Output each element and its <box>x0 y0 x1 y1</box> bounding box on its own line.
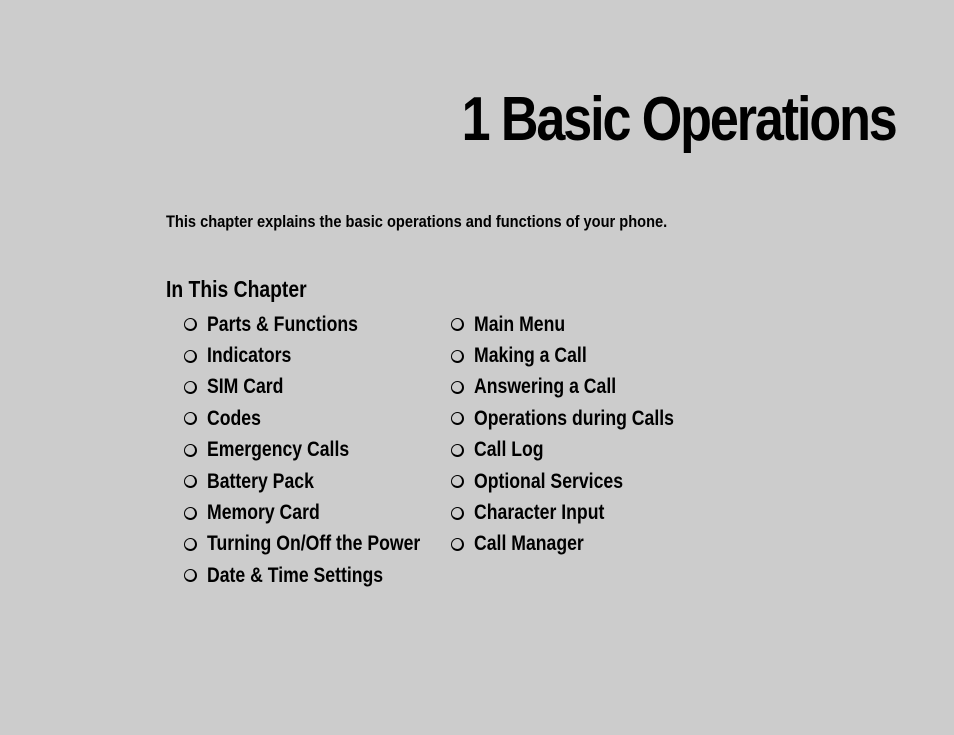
in-this-chapter-heading: In This Chapter <box>166 276 307 302</box>
topic-item[interactable]: Indicators <box>184 340 461 371</box>
topic-label: Turning On/Off the Power <box>207 532 421 556</box>
topic-item[interactable]: Making a Call <box>451 340 712 371</box>
topic-label: Codes <box>207 406 261 430</box>
topic-item[interactable]: Memory Card <box>184 497 461 528</box>
topic-item[interactable]: Parts & Functions <box>184 309 461 340</box>
topic-label: Parts & Functions <box>207 312 358 336</box>
topic-item[interactable]: Date & Time Settings <box>184 560 461 591</box>
circle-bullet-icon <box>451 349 464 363</box>
circle-bullet-icon <box>184 537 197 551</box>
circle-bullet-icon <box>184 569 197 583</box>
circle-bullet-icon <box>184 475 197 489</box>
topic-label: Answering a Call <box>474 375 617 399</box>
topic-item[interactable]: Character Input <box>451 497 712 528</box>
topic-label: SIM Card <box>207 375 284 399</box>
topic-item[interactable]: Emergency Calls <box>184 435 461 466</box>
topic-label: Date & Time Settings <box>207 563 384 587</box>
topic-label: Indicators <box>207 344 292 368</box>
topic-item[interactable]: Operations during Calls <box>451 403 712 434</box>
chapter-intro: This chapter explains the basic operatio… <box>166 212 668 231</box>
topic-item[interactable]: Optional Services <box>451 466 712 497</box>
topic-label: Optional Services <box>474 469 624 493</box>
topic-item[interactable]: Call Manager <box>451 529 712 560</box>
circle-bullet-icon <box>451 537 464 551</box>
topic-item[interactable]: Answering a Call <box>451 372 712 403</box>
topic-item[interactable]: Battery Pack <box>184 466 461 497</box>
circle-bullet-icon <box>451 318 464 332</box>
circle-bullet-icon <box>184 506 197 520</box>
topic-item[interactable]: Main Menu <box>451 309 712 340</box>
topic-item[interactable]: Turning On/Off the Power <box>184 529 461 560</box>
topic-label: Operations during Calls <box>474 406 674 430</box>
topic-label: Making a Call <box>474 344 587 368</box>
topic-item[interactable]: Call Log <box>451 435 712 466</box>
circle-bullet-icon <box>451 443 464 457</box>
circle-bullet-icon <box>451 506 464 520</box>
circle-bullet-icon <box>451 412 464 426</box>
topic-label: Call Manager <box>474 532 584 556</box>
topic-label: Main Menu <box>474 312 566 336</box>
circle-bullet-icon <box>184 349 197 363</box>
circle-bullet-icon <box>184 380 197 394</box>
topic-list-right: Main Menu Making a Call Answering a Call… <box>451 309 712 560</box>
topic-list-left: Parts & Functions Indicators SIM Card Co… <box>184 309 461 592</box>
topic-label: Battery Pack <box>207 469 314 493</box>
circle-bullet-icon <box>184 443 197 457</box>
topic-label: Emergency Calls <box>207 438 350 462</box>
circle-bullet-icon <box>184 412 197 426</box>
topic-label: Call Log <box>474 438 544 462</box>
circle-bullet-icon <box>451 475 464 489</box>
topic-label: Character Input <box>474 501 605 525</box>
topic-label: Memory Card <box>207 501 320 525</box>
chapter-title: 1 Basic Operations <box>461 85 898 154</box>
topic-item[interactable]: SIM Card <box>184 372 461 403</box>
circle-bullet-icon <box>184 318 197 332</box>
circle-bullet-icon <box>451 380 464 394</box>
topic-item[interactable]: Codes <box>184 403 461 434</box>
